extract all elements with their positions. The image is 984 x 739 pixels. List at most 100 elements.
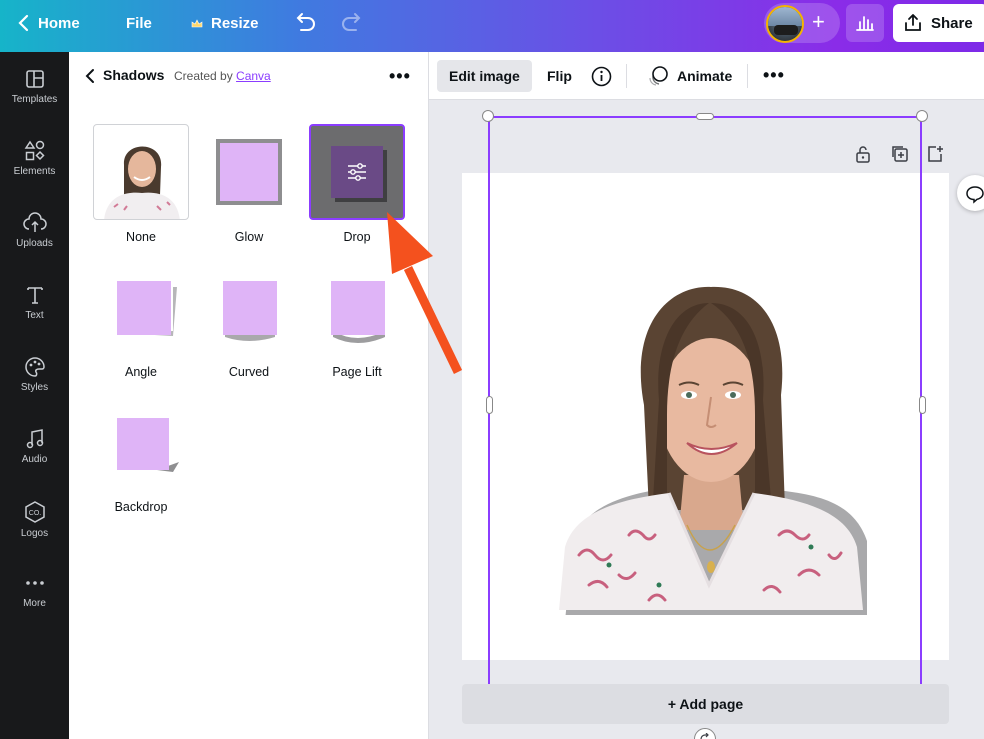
effect-thumbnail	[93, 259, 189, 355]
sidebar-item-label: Logos	[20, 528, 49, 539]
sidebar-item-elements[interactable]: Elements	[0, 140, 69, 204]
resize-button[interactable]: Resize	[191, 15, 259, 32]
bar-chart-icon	[856, 16, 874, 31]
home-button[interactable]: Home	[18, 14, 80, 32]
image-toolbar: Edit image Flip Animate •••	[429, 52, 984, 100]
animate-label: Animate	[677, 68, 733, 84]
effect-label: Curved	[228, 365, 270, 379]
panel-header: Shadows Created by Canva •••	[69, 52, 429, 100]
redo-icon	[342, 13, 361, 31]
share-icon	[905, 14, 921, 31]
sidebar-item-text[interactable]: Text	[0, 284, 69, 348]
effect-none[interactable]: None	[91, 124, 191, 244]
resize-handle[interactable]	[482, 110, 494, 122]
adjust-sliders-icon[interactable]	[345, 160, 369, 184]
page-lift-swatch	[331, 281, 385, 335]
add-page-label: + Add page	[667, 696, 744, 712]
resize-handle-right[interactable]	[919, 396, 926, 414]
sidebar-item-label: Styles	[20, 382, 49, 393]
file-menu-button[interactable]: File	[126, 15, 152, 32]
uploads-icon	[22, 212, 47, 232]
effect-glow[interactable]: Glow	[199, 124, 299, 244]
comment-button[interactable]	[957, 175, 984, 211]
flip-label: Flip	[547, 68, 572, 84]
sidebar-item-styles[interactable]: Styles	[0, 356, 69, 420]
collaborators-group[interactable]: +	[764, 3, 840, 43]
undo-button[interactable]	[293, 12, 317, 34]
rotate-icon	[700, 733, 709, 739]
effect-thumbnail	[201, 259, 297, 355]
effect-label: Glow	[234, 230, 264, 244]
svg-text:CO.: CO.	[28, 510, 41, 517]
lock-icon[interactable]	[854, 144, 872, 164]
logos-icon: CO.	[24, 501, 45, 523]
add-page-icon[interactable]	[926, 144, 945, 164]
share-button[interactable]: Share	[893, 4, 984, 42]
redo-button[interactable]	[340, 12, 364, 34]
effect-label: None	[126, 230, 156, 244]
edit-image-label: Edit image	[449, 68, 520, 84]
more-icon	[25, 581, 44, 585]
sidebar-item-uploads[interactable]: Uploads	[0, 212, 69, 276]
resize-handle-top[interactable]	[696, 113, 714, 120]
canvas-area: + Add page	[429, 100, 984, 739]
add-collaborator-icon[interactable]: +	[812, 11, 825, 33]
sidebar-item-more[interactable]: More	[0, 572, 69, 636]
portrait-thumbnail-icon	[104, 146, 180, 219]
toolbar-divider	[747, 64, 748, 88]
sidebar-item-audio[interactable]: Audio	[0, 428, 69, 492]
sidebar-item-label: Templates	[11, 94, 58, 105]
insights-button[interactable]	[846, 4, 884, 42]
angle-swatch	[117, 281, 171, 335]
glow-swatch	[220, 143, 278, 201]
effect-angle[interactable]: Angle	[91, 259, 191, 379]
info-icon[interactable]	[591, 66, 612, 87]
file-label: File	[126, 15, 152, 32]
avatar[interactable]	[766, 5, 804, 43]
sidebar-item-label: Text	[25, 310, 44, 321]
elements-icon	[24, 140, 45, 161]
curved-swatch	[223, 281, 277, 335]
toolbar-divider	[626, 64, 627, 88]
rotate-handle[interactable]	[694, 728, 716, 739]
undo-icon	[296, 13, 315, 31]
created-by-text: Created by	[174, 69, 233, 83]
panel-title: Shadows	[103, 67, 165, 83]
effect-curved[interactable]: Curved	[199, 259, 299, 379]
sidebar-item-logos[interactable]: CO. Logos	[0, 500, 69, 564]
add-page-button[interactable]: + Add page	[462, 684, 949, 724]
chevron-left-icon	[18, 14, 29, 32]
sidebar-item-label: Audio	[21, 454, 48, 465]
comment-icon	[966, 186, 984, 204]
edit-image-button[interactable]: Edit image	[437, 60, 532, 92]
effect-thumbnail	[201, 124, 297, 220]
top-bar: Home File Resize + Share	[0, 0, 984, 52]
duplicate-page-icon[interactable]	[890, 144, 909, 164]
effect-drop[interactable]: Drop	[307, 124, 407, 244]
creator-link[interactable]: Canva	[236, 69, 271, 83]
animate-icon	[649, 66, 668, 86]
text-icon	[26, 287, 43, 304]
share-label: Share	[931, 14, 973, 32]
crown-icon	[191, 18, 203, 27]
selection-box[interactable]	[488, 116, 922, 695]
resize-handle-left[interactable]	[486, 396, 493, 414]
flip-button[interactable]: Flip	[535, 60, 584, 92]
sidebar-item-templates[interactable]: Templates	[0, 68, 69, 132]
sidebar-item-label: More	[23, 598, 46, 609]
effect-label: Backdrop	[114, 500, 168, 514]
animate-button[interactable]: Animate	[635, 60, 744, 92]
effect-thumbnail	[93, 394, 189, 490]
effect-backdrop[interactable]: Backdrop	[91, 394, 191, 514]
annotation-arrow	[387, 212, 463, 374]
sidebar-item-label: Uploads	[16, 238, 53, 249]
effect-thumbnail	[93, 124, 189, 220]
shadows-panel: Shadows Created by Canva ••• None Glow D…	[69, 52, 429, 739]
home-label: Home	[38, 14, 80, 32]
panel-more-button[interactable]: •••	[389, 66, 411, 87]
effect-thumbnail-selected	[309, 124, 405, 220]
sidebar-item-label: Elements	[13, 166, 56, 177]
resize-handle[interactable]	[916, 110, 928, 122]
toolbar-more-button[interactable]: •••	[763, 65, 785, 86]
back-icon[interactable]	[85, 68, 95, 84]
